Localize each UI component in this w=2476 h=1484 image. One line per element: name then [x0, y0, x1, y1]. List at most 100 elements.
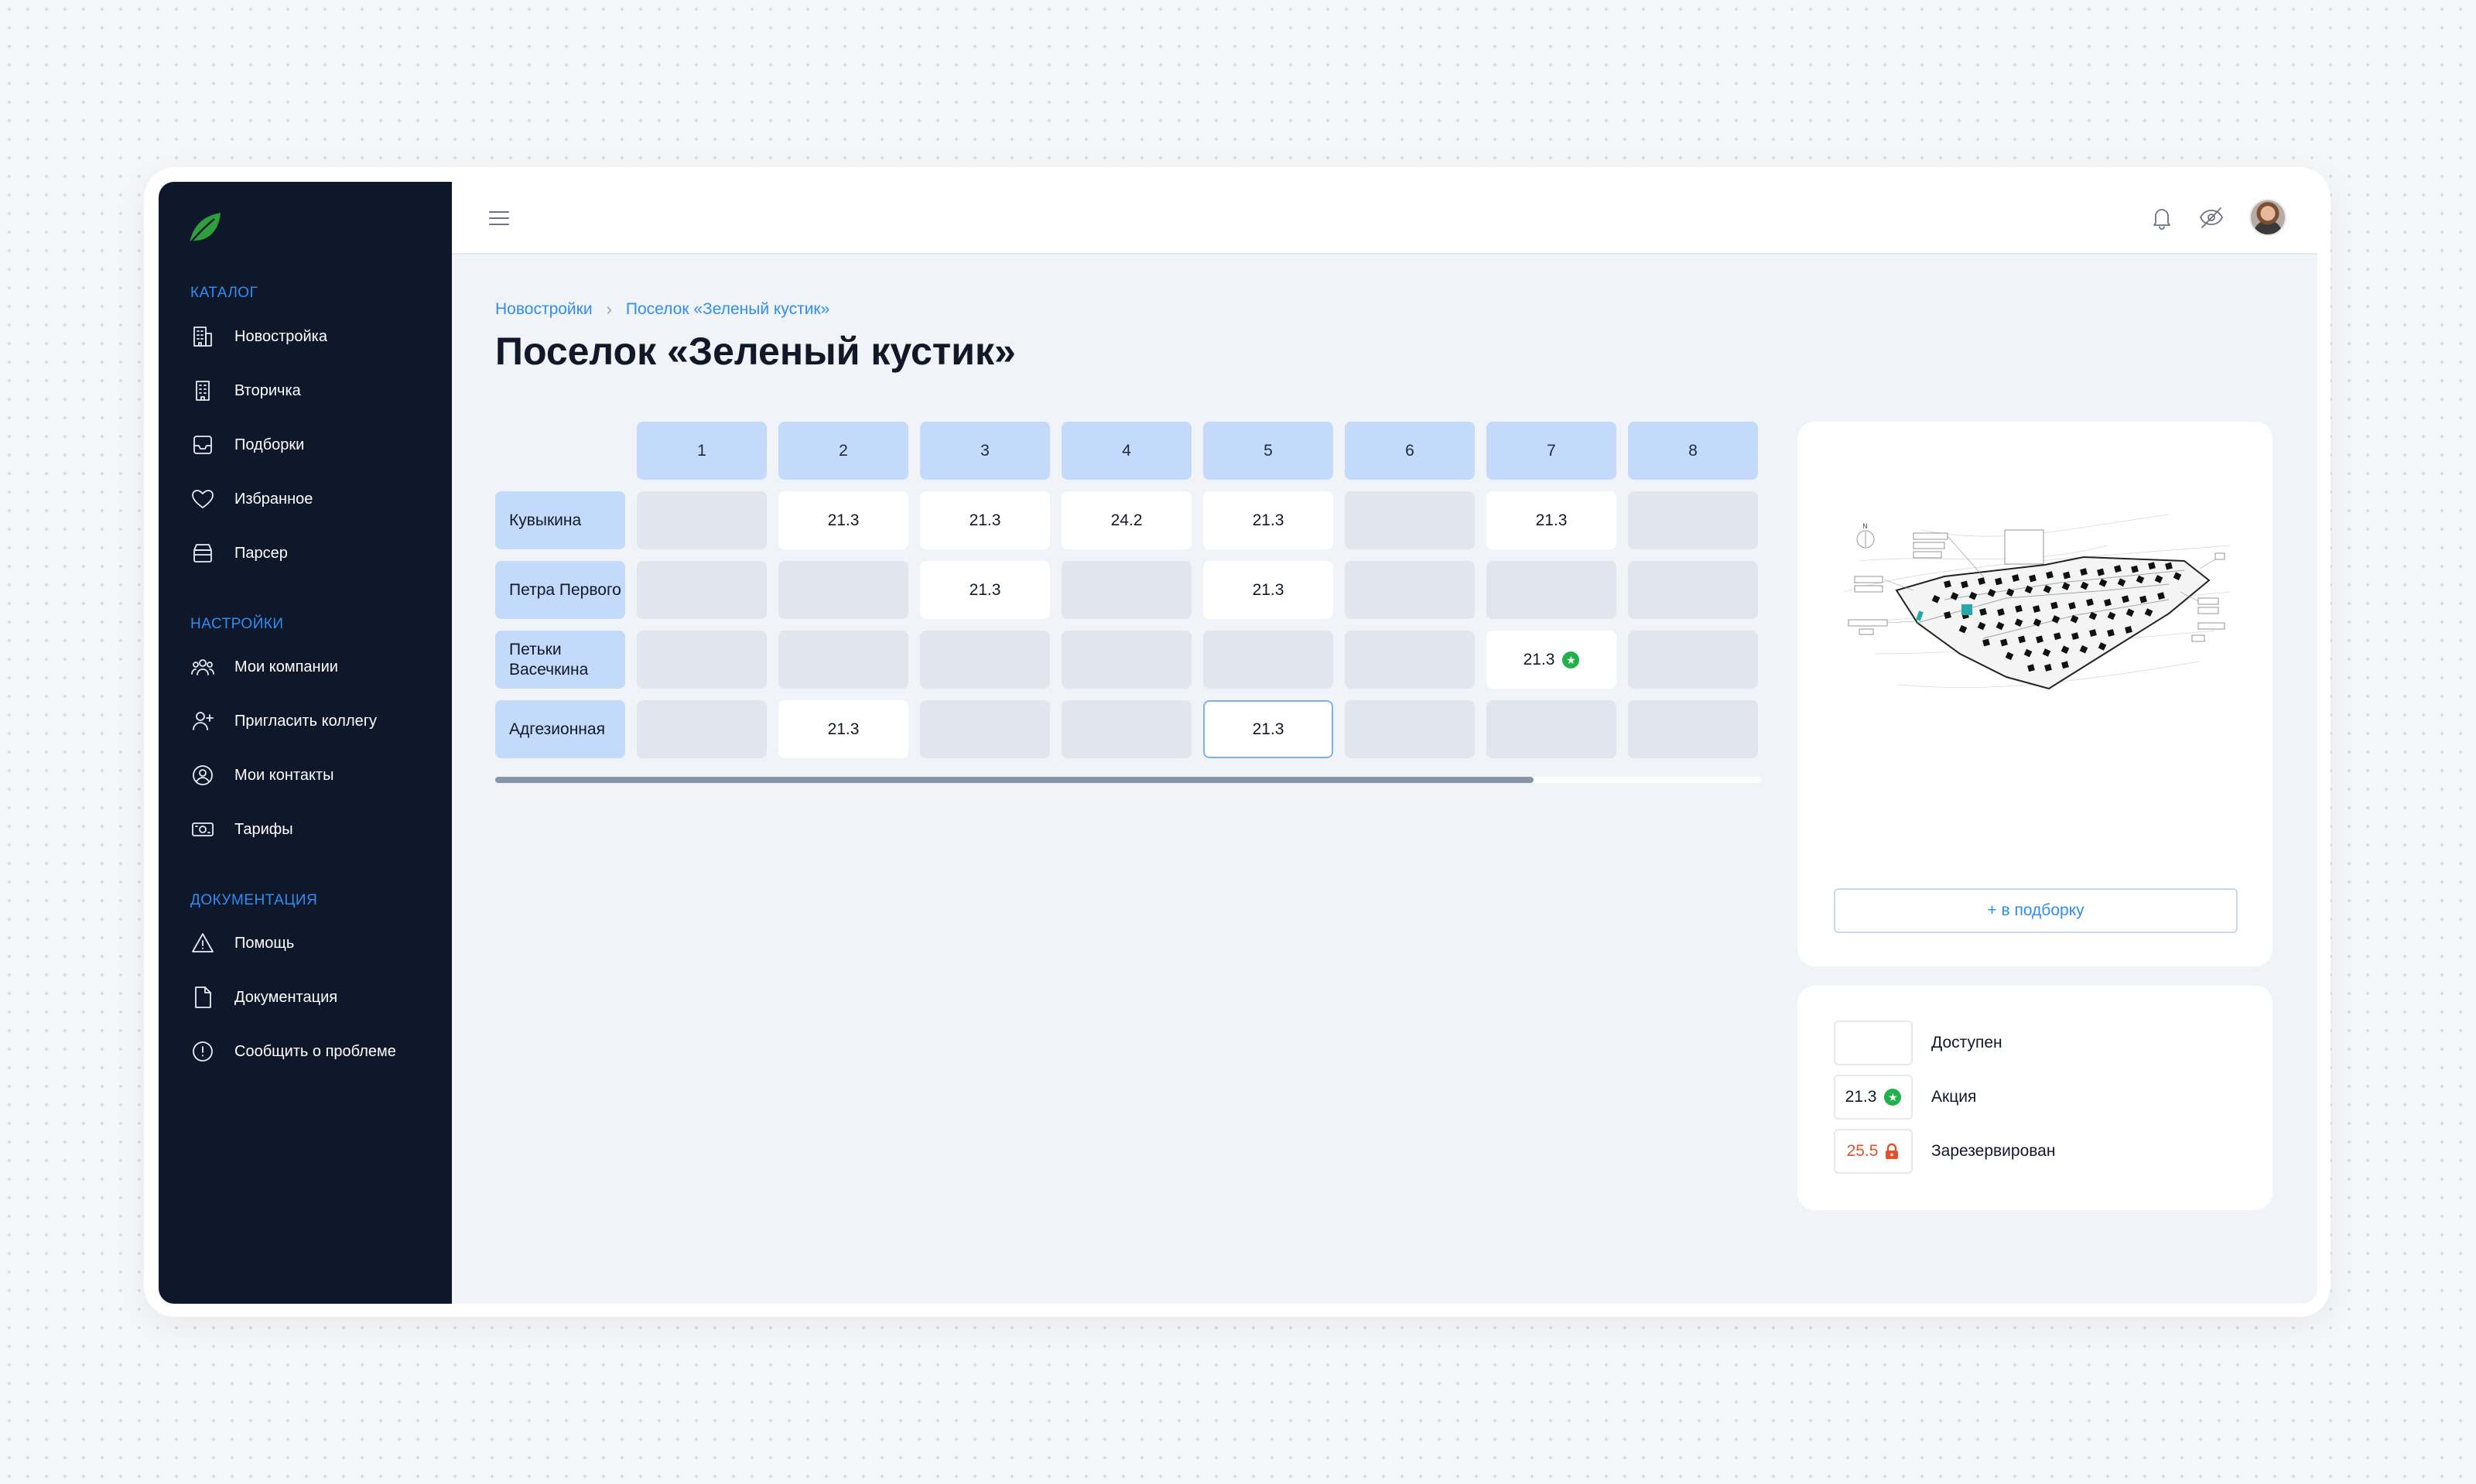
plot-cell-empty	[1062, 561, 1192, 619]
plot-cell[interactable]: 21.3	[920, 491, 1050, 549]
plot-cell[interactable]: 21.3	[778, 700, 908, 758]
plot-area-value: 21.3	[969, 580, 1001, 599]
map-panel: N + в подборку	[1797, 422, 2273, 966]
plot-area-value: 21.3	[969, 511, 1001, 529]
plot-cell-empty	[637, 491, 767, 549]
topbar	[452, 182, 2317, 255]
legend-label: Зарезервирован	[1931, 1142, 2056, 1160]
warning-icon	[190, 930, 216, 956]
alert-circle-icon	[190, 1038, 216, 1065]
plot-cell[interactable]: 21.3	[778, 491, 908, 549]
sidebar-item-label: Помощь	[234, 934, 295, 952]
section-title-settings: НАСТРОЙКИ	[190, 616, 284, 632]
legend-label: Доступен	[1931, 1034, 2002, 1051]
sidebar-item-collections[interactable]: Подборки	[190, 428, 304, 462]
legend-panel: Доступен 21.3 ★ Акция 25.5 Зарезервирова…	[1797, 986, 2273, 1210]
plot-cell[interactable]: 21.3	[1203, 561, 1333, 619]
inbox-icon	[190, 432, 216, 458]
column-header: 1	[637, 422, 767, 480]
plot-cell[interactable]: 21.3	[920, 561, 1050, 619]
column-header: 4	[1062, 422, 1192, 480]
plot-cell-empty	[778, 631, 908, 689]
sidebar-item-secondary[interactable]: Вторичка	[190, 374, 301, 408]
sidebar-item-label: Мои компании	[234, 658, 338, 675]
column-header: 6	[1345, 422, 1475, 480]
row-label: Адгезионная	[495, 700, 625, 758]
bell-icon[interactable]	[2145, 200, 2179, 234]
main-content: Новостройки › Поселок «Зеленый кустик» П…	[452, 182, 2317, 1304]
plot-cell-empty	[1062, 700, 1192, 758]
plot-cell-empty	[637, 700, 767, 758]
plot-cell[interactable]: 21.3	[1486, 491, 1616, 549]
sidebar-item-report-problem[interactable]: Сообщить о проблеме	[190, 1034, 396, 1069]
legend-item-available: Доступен	[1834, 1021, 2002, 1065]
sidebar-item-parser[interactable]: Парсер	[190, 536, 288, 570]
plot-cell-empty	[637, 561, 767, 619]
plot-cell[interactable]: 21.3 ★	[1486, 631, 1616, 689]
menu-icon[interactable]	[486, 205, 512, 231]
horizontal-scrollbar[interactable]	[495, 777, 1761, 783]
row-label: Кувыкина	[495, 491, 625, 549]
legend-item-promo: 21.3 ★ Акция	[1834, 1075, 1976, 1120]
plot-cell-empty	[1203, 631, 1333, 689]
sidebar-item-label: Вторичка	[234, 381, 301, 399]
section-title-catalog: КАТАЛОГ	[190, 285, 258, 301]
users-icon	[190, 654, 216, 680]
star-badge-icon: ★	[1884, 1089, 1902, 1106]
sidebar-item-help[interactable]: Помощь	[190, 926, 294, 960]
plot-area-value: 21.3	[827, 511, 860, 529]
sidebar-item-label: Новостройка	[234, 327, 327, 345]
sidebar-item-my-companies[interactable]: Мои компании	[190, 650, 338, 684]
plot-area-value: 21.3	[1252, 580, 1284, 599]
plot-area-value: 21.3	[1252, 720, 1284, 738]
sidebar-item-label: Тарифы	[234, 820, 293, 838]
plot-cell-empty	[1345, 491, 1475, 549]
plot-cell[interactable]: 21.3	[1203, 700, 1333, 758]
sidebar-item-favorites[interactable]: Избранное	[190, 482, 313, 516]
plot-cell-empty	[920, 631, 1050, 689]
legend-swatch-reserved: 25.5	[1834, 1129, 1913, 1174]
plot-cell-empty	[1345, 700, 1475, 758]
plot-area-value: 24.2	[1110, 511, 1143, 529]
site-plan-map[interactable]: N	[1828, 499, 2246, 731]
heart-icon	[190, 486, 216, 512]
star-badge-icon: ★	[1562, 651, 1580, 668]
leaf-logo-icon[interactable]	[185, 208, 225, 248]
legend-item-reserved: 25.5 Зарезервирован	[1834, 1129, 2055, 1174]
plot-area-value: 21.3	[1523, 650, 1555, 668]
row-label: Петра Первого	[495, 561, 625, 619]
add-to-collection-button[interactable]: + в подборку	[1834, 888, 2238, 933]
breadcrumb-current[interactable]: Поселок «Зеленый кустик»	[626, 300, 829, 319]
column-header: 5	[1203, 422, 1333, 480]
legend-swatch-promo: 21.3 ★	[1834, 1075, 1913, 1120]
column-header: 3	[920, 422, 1050, 480]
column-header: 7	[1486, 422, 1616, 480]
sidebar-item-label: Документация	[234, 988, 338, 1006]
plot-cell-empty	[1062, 631, 1192, 689]
sidebar-item-label: Сообщить о проблеме	[234, 1042, 396, 1060]
sidebar-item-my-contacts[interactable]: Мои контакты	[190, 758, 333, 792]
avatar[interactable]	[2249, 199, 2286, 236]
plot-cell[interactable]: 24.2	[1062, 491, 1192, 549]
sidebar-item-tariffs[interactable]: Тарифы	[190, 812, 293, 846]
eye-off-icon[interactable]	[2194, 200, 2228, 234]
plot-cell[interactable]: 21.3	[1203, 491, 1333, 549]
page-title: Поселок «Зеленый кустик»	[495, 330, 1016, 373]
user-circle-icon	[190, 762, 216, 788]
document-icon	[190, 984, 216, 1010]
scrollbar-thumb[interactable]	[495, 777, 1534, 783]
banknote-icon	[190, 816, 216, 843]
sidebar-item-label: Избранное	[234, 490, 313, 508]
section-title-documentation: ДОКУМЕНТАЦИЯ	[190, 892, 318, 908]
plot-cell-empty	[1628, 700, 1758, 758]
plot-cell-empty	[1628, 631, 1758, 689]
breadcrumb-link-root[interactable]: Новостройки	[495, 300, 593, 319]
sidebar-item-new-buildings[interactable]: Новостройка	[190, 320, 327, 354]
sidebar-item-documentation[interactable]: Документация	[190, 980, 337, 1014]
plot-cell-empty	[1628, 561, 1758, 619]
plot-area-value: 21.3	[1535, 511, 1568, 529]
sidebar-item-invite-colleague[interactable]: Пригласить коллегу	[190, 704, 377, 738]
svg-text:N: N	[1862, 523, 1868, 531]
sidebar-item-label: Мои контакты	[234, 766, 334, 784]
plot-cell-empty	[920, 700, 1050, 758]
